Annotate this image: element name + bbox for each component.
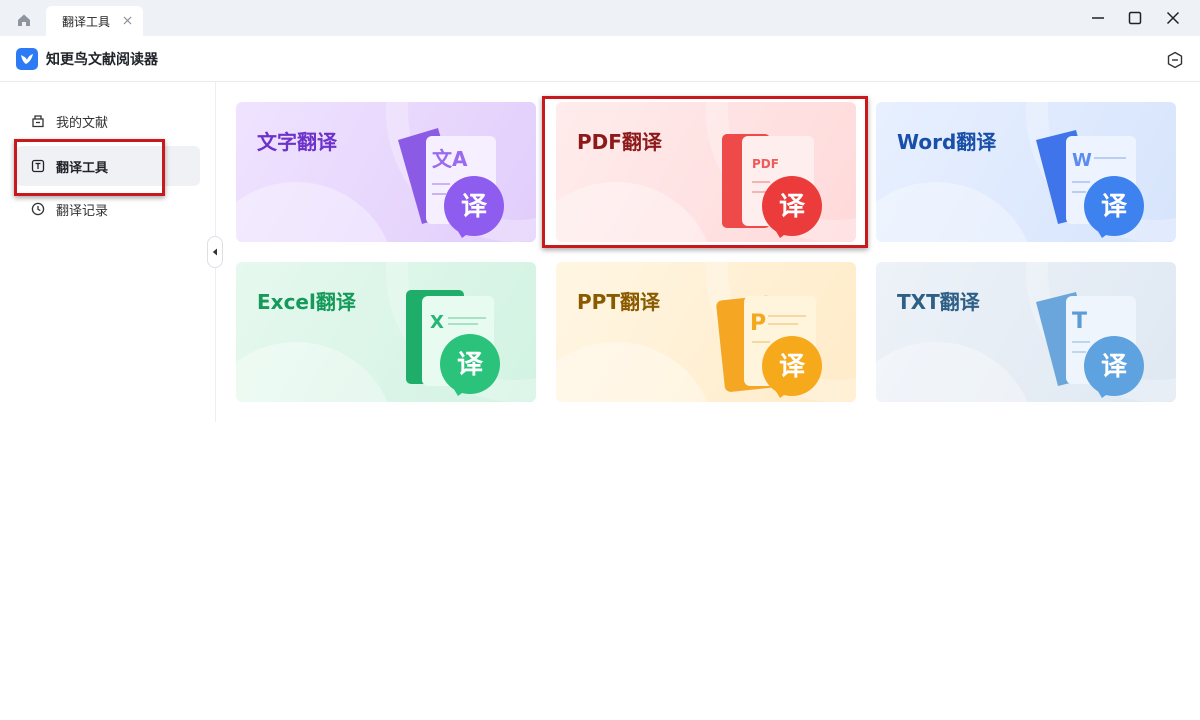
word-translate-illustration: W 译 [1036, 130, 1144, 238]
window-close-button[interactable] [1160, 6, 1186, 30]
tab-translate-tool[interactable]: 翻译工具 [46, 6, 143, 36]
app-logo [16, 48, 38, 70]
pdf-translate-illustration: PDF 译 [722, 134, 822, 238]
sidebar-item-my-library[interactable]: 我的文献 [16, 101, 200, 141]
title-bar: 翻译工具 [0, 0, 1200, 36]
close-icon [122, 15, 132, 25]
svg-text:T: T [1072, 309, 1087, 334]
tab-label: 翻译工具 [62, 14, 111, 29]
doc-letter: 文A [432, 147, 468, 171]
card-decoration [556, 182, 716, 242]
svg-text:X: X [430, 312, 444, 333]
card-ppt-translate[interactable]: PPT翻译 P 译 [556, 262, 856, 402]
card-title: PDF翻译 [577, 130, 662, 154]
card-text-translate[interactable]: 文字翻译 文A 译 [236, 102, 536, 242]
sidebar-item-label: 翻译工具 [56, 160, 109, 176]
translate-badge: 译 [461, 192, 488, 222]
app-title: 知更鸟文献阅读器 [46, 52, 158, 68]
bird-logo-icon [21, 54, 33, 64]
card-title: TXT翻译 [897, 290, 980, 314]
svg-text:译: 译 [457, 350, 484, 380]
svg-text:译: 译 [461, 192, 488, 222]
card-decoration [876, 342, 1036, 402]
doc-letter: W [1072, 150, 1092, 171]
svg-text:译: 译 [779, 352, 806, 382]
translate-badge: 译 [1101, 352, 1128, 382]
card-title: 文字翻译 [257, 130, 337, 154]
card-title: PPT翻译 [577, 290, 660, 314]
doc-letter: P [750, 311, 766, 336]
ppt-translate-illustration: P 译 [716, 295, 822, 398]
caret-left-icon [212, 248, 217, 256]
txt-translate-illustration: T 译 [1036, 292, 1144, 398]
sidebar-item-label: 我的文献 [56, 115, 109, 131]
sidebar: 我的文献 翻译工具 翻译记录 [0, 82, 216, 422]
translate-badge: 译 [1101, 192, 1128, 222]
hexagon-settings-icon [1167, 51, 1183, 69]
close-icon [1166, 11, 1180, 25]
text-translate-illustration: 文A 译 [398, 128, 504, 238]
minimize-button[interactable] [1085, 6, 1111, 30]
doc-letter: PDF [752, 157, 779, 171]
home-button[interactable] [10, 8, 38, 32]
svg-text:P: P [750, 311, 766, 336]
card-excel-translate[interactable]: Excel翻译 X 译 [236, 262, 536, 402]
home-icon [18, 14, 30, 26]
card-decoration [236, 342, 396, 402]
excel-translate-illustration: X 译 [406, 290, 500, 396]
card-pdf-translate[interactable]: PDF翻译 PDF 译 [556, 102, 856, 242]
card-txt-translate[interactable]: TXT翻译 T 译 [876, 262, 1176, 402]
svg-text:PDF: PDF [752, 157, 779, 171]
clock-icon [30, 201, 46, 217]
settings-button[interactable] [1166, 51, 1184, 69]
svg-text:译: 译 [1101, 192, 1128, 222]
minimize-icon [1092, 17, 1104, 19]
tab-close-button[interactable] [121, 14, 133, 26]
svg-text:译: 译 [1101, 352, 1128, 382]
svg-text:文A: 文A [432, 147, 468, 171]
maximize-icon [1128, 11, 1142, 25]
card-word-translate[interactable]: Word翻译 W 译 [876, 102, 1176, 242]
maximize-button[interactable] [1122, 6, 1148, 30]
translate-badge: 译 [779, 352, 806, 382]
translate-badge: 译 [779, 192, 806, 222]
app-header: 知更鸟文献阅读器 [0, 36, 1200, 82]
sidebar-item-translate-history[interactable]: 翻译记录 [16, 189, 200, 229]
sidebar-item-translate-tool[interactable]: 翻译工具 [16, 146, 200, 186]
svg-text:W: W [1072, 150, 1092, 171]
card-title: Word翻译 [897, 130, 997, 154]
sidebar-item-label: 翻译记录 [56, 203, 109, 219]
svg-text:译: 译 [779, 192, 806, 222]
doc-letter: T [1072, 309, 1087, 334]
doc-letter: X [430, 312, 444, 333]
sidebar-collapse-button[interactable] [207, 236, 223, 268]
card-decoration [876, 182, 1036, 242]
card-decoration [236, 182, 396, 242]
card-decoration [556, 342, 716, 402]
library-icon [30, 113, 46, 129]
card-title: Excel翻译 [257, 290, 356, 314]
translate-badge: 译 [457, 350, 484, 380]
translate-tool-icon [30, 158, 46, 174]
